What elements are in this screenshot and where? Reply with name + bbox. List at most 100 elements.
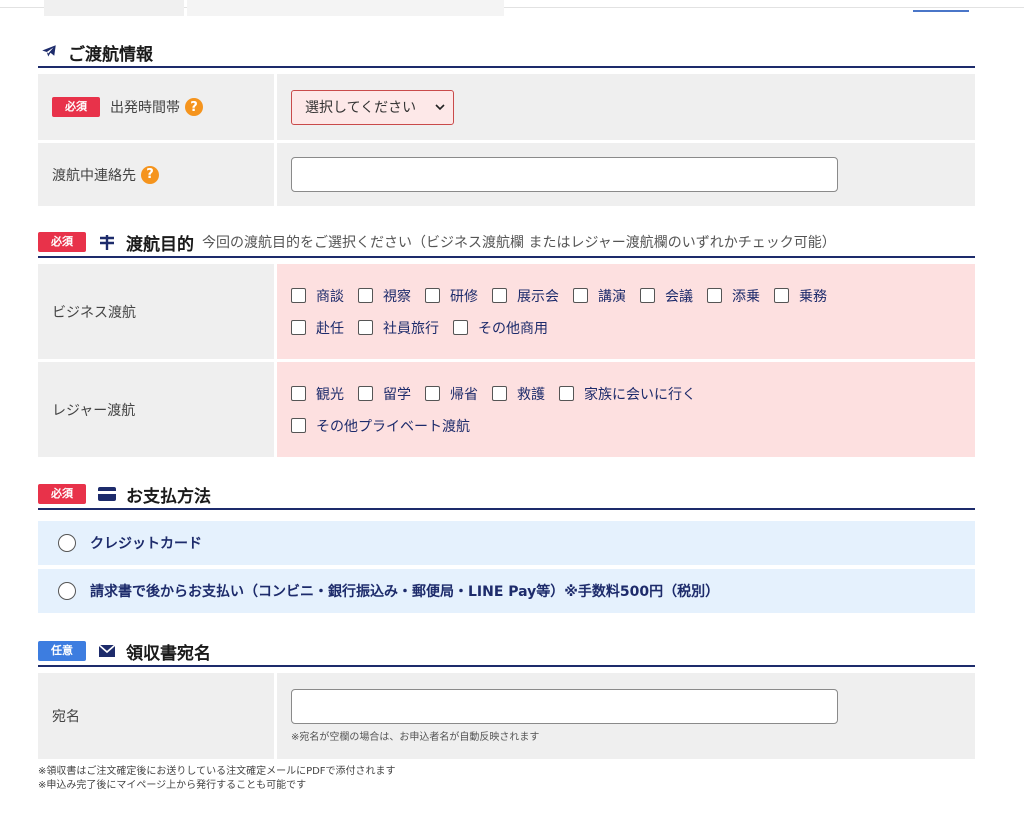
checkbox-label: 視察 xyxy=(383,288,411,305)
checkbox-box[interactable] xyxy=(492,386,507,401)
checkbox-box[interactable] xyxy=(453,320,468,335)
previous-value-cell xyxy=(187,0,504,16)
checkbox-label: 救護 xyxy=(517,386,545,403)
checkbox-box[interactable] xyxy=(774,288,789,303)
checkbox-box[interactable] xyxy=(425,288,440,303)
business-row: ビジネス渡航 商談 視察 研修 展示会 講演 会議 添乗 乗務 赴任 社員旅行 … xyxy=(38,264,975,359)
checkbox-box[interactable] xyxy=(291,418,306,433)
checkbox-business[interactable]: 添乗 xyxy=(707,286,760,306)
checkbox-business[interactable]: 視察 xyxy=(358,286,411,306)
checkbox-box[interactable] xyxy=(640,288,655,303)
business-options-line-1: 商談 視察 研修 展示会 講演 会議 添乗 乗務 xyxy=(291,286,841,306)
receipt-note-2: ※申込み完了後にマイページ上から発行することも可能です xyxy=(38,780,307,791)
receipt-section-title: 領収書宛名 xyxy=(126,643,211,664)
checkbox-label: 家族に会いに行く xyxy=(584,386,696,403)
checkbox-box[interactable] xyxy=(573,288,588,303)
business-label: ビジネス渡航 xyxy=(52,304,136,321)
chevron-down-icon xyxy=(435,104,445,111)
departure-value-cell: 選択してください xyxy=(277,74,975,140)
purpose-section-subtitle: 今回の渡航目的をご選択ください（ビジネス渡航欄 またはレジャー渡航欄のいずれかチ… xyxy=(202,235,836,251)
top-link[interactable] xyxy=(913,4,969,12)
checkbox-leisure[interactable]: その他プライベート渡航 xyxy=(291,416,470,436)
checkbox-label: 留学 xyxy=(383,386,411,403)
receipt-name-label: 宛名 xyxy=(52,709,80,725)
receipt-note-1: ※領収書はご注文確定後にお送りしている注文確定メールにPDFで添付されます xyxy=(38,766,396,777)
radio-button[interactable] xyxy=(58,582,76,600)
checkbox-leisure[interactable]: 帰省 xyxy=(425,384,478,404)
receipt-label-cell: 宛名 xyxy=(38,673,274,759)
checkbox-label: 会議 xyxy=(665,288,693,305)
purpose-section-title: 渡航目的 xyxy=(126,234,194,255)
checkbox-box[interactable] xyxy=(358,288,373,303)
checkbox-box[interactable] xyxy=(358,320,373,335)
previous-form-row xyxy=(44,0,504,16)
required-badge: 必須 xyxy=(38,232,86,252)
checkbox-box[interactable] xyxy=(492,288,507,303)
leisure-options-line-1: 観光 留学 帰省 救護 家族に会いに行く xyxy=(291,384,710,404)
payment-option-label: 請求書で後からお支払い（コンビニ・銀行振込み・郵便局・LINE Pay等）※手数… xyxy=(90,584,720,600)
airplane-icon xyxy=(38,42,60,62)
contact-value-cell xyxy=(277,143,975,206)
receipt-section-header: 任意 領収書宛名 xyxy=(38,637,975,667)
checkbox-business[interactable]: 赴任 xyxy=(291,318,344,338)
checkbox-leisure[interactable]: 救護 xyxy=(492,384,545,404)
checkbox-business[interactable]: 展示会 xyxy=(492,286,559,306)
checkbox-leisure[interactable]: 留学 xyxy=(358,384,411,404)
previous-label-cell xyxy=(44,0,184,16)
checkbox-business[interactable]: 講演 xyxy=(573,286,626,306)
leisure-row: レジャー渡航 観光 留学 帰省 救護 家族に会いに行く その他プライベート渡航 xyxy=(38,362,975,457)
checkbox-box[interactable] xyxy=(291,288,306,303)
required-badge: 必須 xyxy=(38,484,86,504)
checkbox-leisure[interactable]: 観光 xyxy=(291,384,344,404)
leisure-label: レジャー渡航 xyxy=(52,402,136,419)
payment-option-invoice[interactable]: 請求書で後からお支払い（コンビニ・銀行振込み・郵便局・LINE Pay等）※手数… xyxy=(38,569,975,613)
envelope-icon xyxy=(96,641,118,661)
departure-row: 必須 出発時間帯 ? 選択してください xyxy=(38,74,975,140)
purpose-icon xyxy=(96,232,118,252)
payment-option-label: クレジットカード xyxy=(90,536,202,552)
departure-label-cell: 必須 出発時間帯 ? xyxy=(38,74,274,140)
checkbox-label: 講演 xyxy=(598,288,626,305)
checkbox-label: 展示会 xyxy=(517,288,559,305)
checkbox-business[interactable]: 社員旅行 xyxy=(358,318,439,338)
checkbox-box[interactable] xyxy=(358,386,373,401)
checkbox-label: 商談 xyxy=(316,288,344,305)
checkbox-leisure[interactable]: 家族に会いに行く xyxy=(559,384,696,404)
departure-label: 出発時間帯 xyxy=(110,100,180,116)
receipt-name-note: ※宛名が空欄の場合は、お申込者名が自動反映されます xyxy=(291,732,540,743)
purpose-section-header: 必須 渡航目的 今回の渡航目的をご選択ください（ビジネス渡航欄 またはレジャー渡… xyxy=(38,228,975,258)
departure-time-select[interactable]: 選択してください xyxy=(291,89,454,125)
checkbox-business[interactable]: 乗務 xyxy=(774,286,827,306)
help-icon[interactable]: ? xyxy=(141,165,159,184)
contact-label: 渡航中連絡先 xyxy=(52,167,136,184)
checkbox-box[interactable] xyxy=(291,320,306,335)
leisure-options-line-2: その他プライベート渡航 xyxy=(291,416,484,436)
checkbox-business[interactable]: その他商用 xyxy=(453,318,548,338)
checkbox-business[interactable]: 会議 xyxy=(640,286,693,306)
contact-row: 渡航中連絡先 ? xyxy=(38,143,975,206)
checkbox-label: 帰省 xyxy=(450,386,478,403)
contact-input[interactable] xyxy=(291,157,838,192)
flight-section-header: ご渡航情報 xyxy=(38,38,975,68)
checkbox-box[interactable] xyxy=(425,386,440,401)
payment-option-credit-card[interactable]: クレジットカード xyxy=(38,521,975,565)
required-badge: 必須 xyxy=(52,97,100,117)
checkbox-box[interactable] xyxy=(291,386,306,401)
flight-section-title: ご渡航情報 xyxy=(68,44,153,65)
receipt-name-input[interactable] xyxy=(291,689,838,724)
departure-select-value: 選択してください xyxy=(305,100,417,116)
business-options-line-2: 赴任 社員旅行 その他商用 xyxy=(291,318,562,338)
checkbox-label: その他商用 xyxy=(478,320,548,337)
checkbox-box[interactable] xyxy=(707,288,722,303)
leisure-label-cell: レジャー渡航 xyxy=(38,362,274,457)
checkbox-business[interactable]: 商談 xyxy=(291,286,344,306)
checkbox-label: 社員旅行 xyxy=(383,320,439,337)
help-icon[interactable]: ? xyxy=(185,98,203,116)
checkbox-business[interactable]: 研修 xyxy=(425,286,478,306)
radio-button[interactable] xyxy=(58,534,76,552)
checkbox-label: 乗務 xyxy=(799,288,827,305)
payment-section-title: お支払方法 xyxy=(126,486,211,507)
checkbox-box[interactable] xyxy=(559,386,574,401)
checkbox-label: 観光 xyxy=(316,386,344,403)
receipt-name-row: 宛名 ※宛名が空欄の場合は、お申込者名が自動反映されます xyxy=(38,673,975,759)
